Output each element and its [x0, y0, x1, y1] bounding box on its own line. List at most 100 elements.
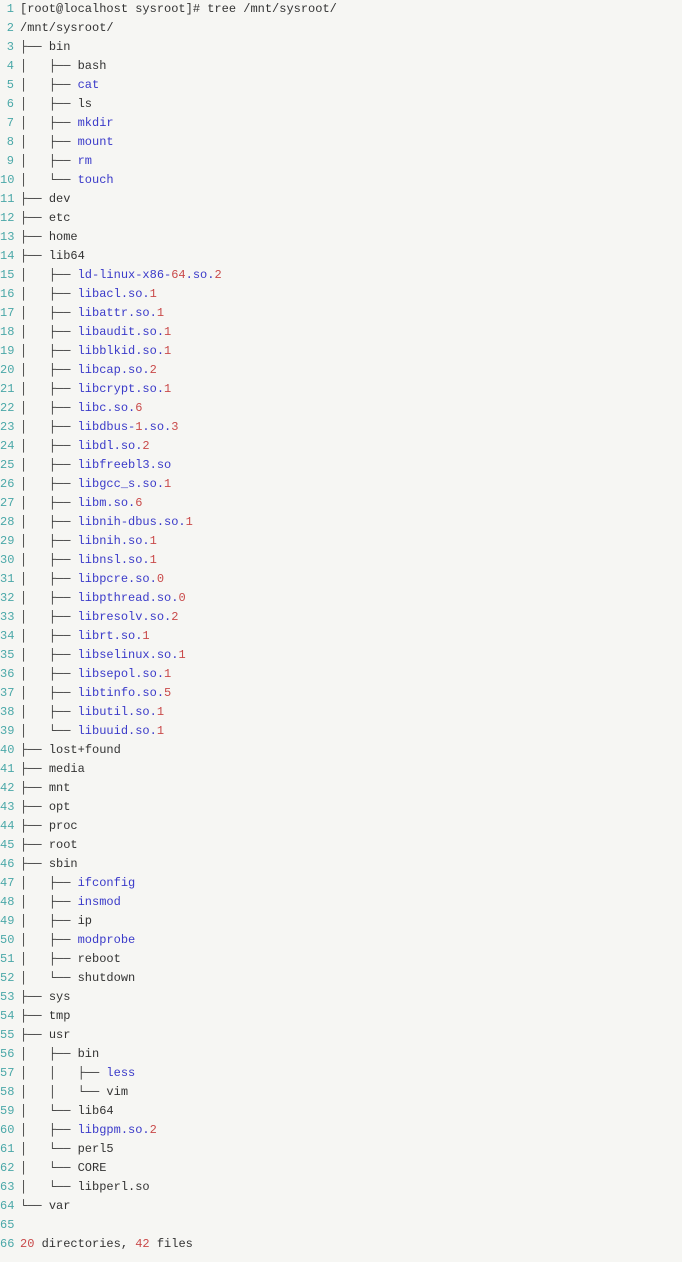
tree-branch: ├──	[20, 743, 49, 757]
code-line: │ ├── libselinux.so.1	[20, 646, 682, 665]
line-number: 25	[0, 456, 14, 475]
tree-branch: ├──	[20, 1009, 49, 1023]
line-number: 53	[0, 988, 14, 1007]
code-line: ├── media	[20, 760, 682, 779]
tree-branch: │ ├──	[20, 496, 78, 510]
code-line: │ ├── libsepol.so.1	[20, 665, 682, 684]
tree-entry: libdl.so.	[78, 439, 143, 453]
code-line: │ ├── libutil.so.1	[20, 703, 682, 722]
code-line: │ ├── reboot	[20, 950, 682, 969]
line-number: 24	[0, 437, 14, 456]
line-number: 55	[0, 1026, 14, 1045]
tree-entry: less	[106, 1066, 135, 1080]
line-number: 41	[0, 760, 14, 779]
code-line: │ └── shutdown	[20, 969, 682, 988]
tree-entry: libfreebl3.so	[78, 458, 172, 472]
line-number: 56	[0, 1045, 14, 1064]
line-number: 22	[0, 399, 14, 418]
code-line: │ └── CORE	[20, 1159, 682, 1178]
tree-entry-num: 0	[157, 572, 164, 586]
tree-entry: lib64	[78, 1104, 114, 1118]
tree-branch: │ ├──	[20, 325, 78, 339]
tree-entry-num: 6	[135, 401, 142, 415]
line-number: 18	[0, 323, 14, 342]
tree-branch: │ └──	[20, 971, 78, 985]
code-line: │ ├── libresolv.so.2	[20, 608, 682, 627]
tree-entry-num: 1	[157, 705, 164, 719]
tree-entry: libc.so.	[78, 401, 136, 415]
tree-entry: cat	[78, 78, 100, 92]
code-line: ├── usr	[20, 1026, 682, 1045]
tree-entry: libtinfo.so.	[78, 686, 164, 700]
tree-entry-num: 2	[150, 1123, 157, 1137]
tree-entry-num: 1	[150, 287, 157, 301]
code-area: [root@localhost sysroot]# tree /mnt/sysr…	[18, 0, 682, 1254]
code-line: │ ├── libnsl.so.1	[20, 551, 682, 570]
code-line: │ ├── libgcc_s.so.1	[20, 475, 682, 494]
tree-entry-num: 2	[214, 268, 221, 282]
line-number: 5	[0, 76, 14, 95]
tree-branch: │ ├──	[20, 629, 78, 643]
tree-branch: │ └──	[20, 173, 78, 187]
line-number: 42	[0, 779, 14, 798]
line-number: 39	[0, 722, 14, 741]
tree-entry-num: 1	[186, 515, 193, 529]
code-line: │ ├── libdl.so.2	[20, 437, 682, 456]
code-line: │ ├── libcrypt.so.1	[20, 380, 682, 399]
tree-branch: │ ├──	[20, 401, 78, 415]
code-line: │ ├── libc.so.6	[20, 399, 682, 418]
line-number: 38	[0, 703, 14, 722]
code-line: │ ├── mount	[20, 133, 682, 152]
tree-branch: │ ├──	[20, 59, 78, 73]
line-number: 58	[0, 1083, 14, 1102]
tree-entry: usr	[49, 1028, 71, 1042]
tree-branch: ├──	[20, 211, 49, 225]
code-line: │ │ ├── less	[20, 1064, 682, 1083]
tree-entry: libaudit.so.	[78, 325, 164, 339]
tree-entry: sys	[49, 990, 71, 1004]
tree-branch: │ ├──	[20, 534, 78, 548]
code-line: │ └── lib64	[20, 1102, 682, 1121]
tree-entry: libnsl.so.	[78, 553, 150, 567]
tree-branch: │ ├──	[20, 1123, 78, 1137]
tree-entry: var	[49, 1199, 71, 1213]
line-number: 11	[0, 190, 14, 209]
line-number: 29	[0, 532, 14, 551]
line-number: 63	[0, 1178, 14, 1197]
tree-entry: vim	[106, 1085, 128, 1099]
line-number: 6	[0, 95, 14, 114]
code-line: ├── proc	[20, 817, 682, 836]
tree-entry: libdbus-	[78, 420, 136, 434]
tree-entry: bash	[78, 59, 107, 73]
code-line: ├── home	[20, 228, 682, 247]
line-number: 14	[0, 247, 14, 266]
tree-entry-num: 2	[150, 363, 157, 377]
tree-entry: libcap.so.	[78, 363, 150, 377]
tree-entry-num: 1	[164, 344, 171, 358]
code-line: /mnt/sysroot/	[20, 19, 682, 38]
line-number: 16	[0, 285, 14, 304]
tree-entry: bin	[78, 1047, 100, 1061]
line-number: 23	[0, 418, 14, 437]
code-line: ├── dev	[20, 190, 682, 209]
tree-entry: insmod	[78, 895, 121, 909]
code-line: ├── sbin	[20, 855, 682, 874]
shell-prompt: [root@localhost sysroot]# tree /mnt/sysr…	[20, 2, 337, 16]
code-line: │ ├── cat	[20, 76, 682, 95]
tree-entry-num: 1	[164, 477, 171, 491]
line-number: 66	[0, 1235, 14, 1254]
tree-entry: libresolv.so.	[78, 610, 172, 624]
code-line: │ ├── libpthread.so.0	[20, 589, 682, 608]
line-number: 49	[0, 912, 14, 931]
code-line: ├── root	[20, 836, 682, 855]
tree-entry: libgcc_s.so.	[78, 477, 164, 491]
tree-branch: ├──	[20, 800, 49, 814]
tree-branch: │ ├──	[20, 952, 78, 966]
tree-entry: librt.so.	[78, 629, 143, 643]
line-number: 34	[0, 627, 14, 646]
tree-entry-num: 1	[164, 667, 171, 681]
code-line: │ ├── insmod	[20, 893, 682, 912]
tree-branch: │ ├──	[20, 572, 78, 586]
tree-entry-num: 1	[178, 648, 185, 662]
tree-entry: shutdown	[78, 971, 136, 985]
